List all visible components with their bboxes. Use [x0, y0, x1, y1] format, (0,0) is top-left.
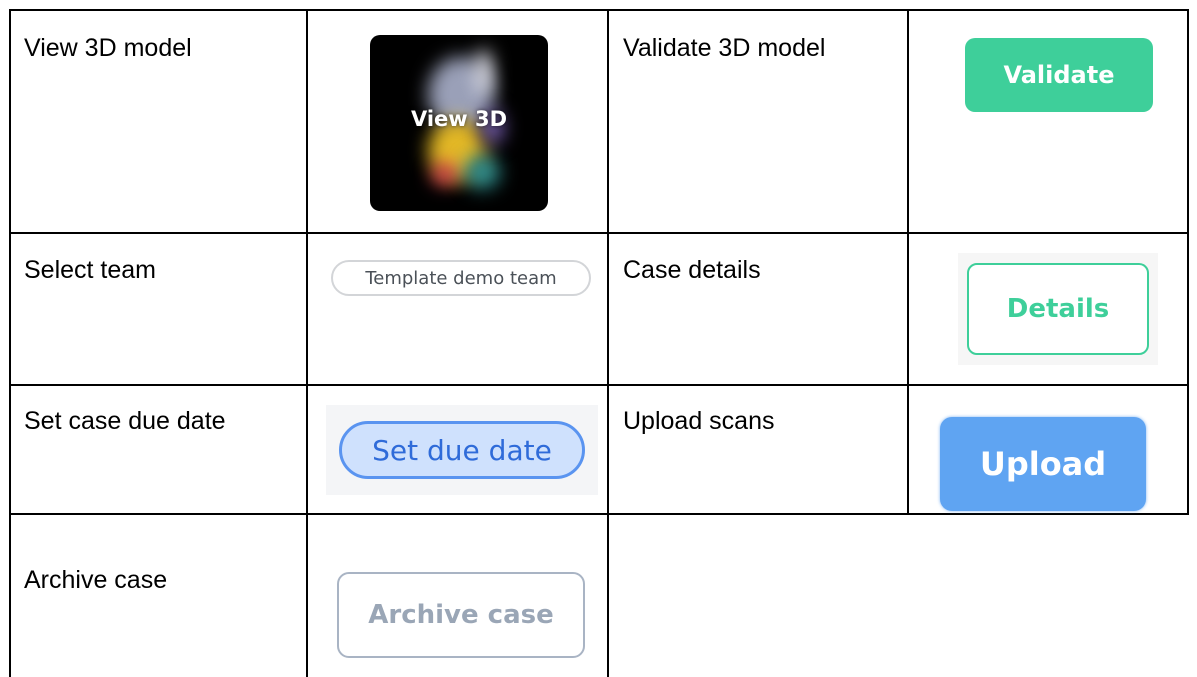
details-button[interactable]: Details [967, 263, 1149, 355]
table-divider-3 [907, 9, 909, 514]
archive-case-label: Archive case [24, 566, 168, 594]
model-preview-blob-red [432, 163, 458, 185]
table-divider-1 [306, 9, 308, 677]
model-preview-blob-white [476, 49, 492, 95]
table-row-divider-3 [9, 513, 1189, 515]
validate-3d-model-label: Validate 3D model [623, 34, 826, 62]
archive-case-button[interactable]: Archive case [337, 572, 585, 658]
upload-scans-label: Upload scans [623, 407, 775, 435]
table-border-top [9, 9, 1189, 11]
upload-button[interactable]: Upload [940, 417, 1146, 511]
team-selector-pill[interactable]: Template demo team [331, 260, 591, 296]
select-team-label: Select team [24, 256, 157, 284]
table-border-right [1187, 9, 1189, 514]
validate-button[interactable]: Validate [965, 38, 1153, 112]
view-3d-button-label: View 3D [410, 107, 508, 131]
view-3d-button[interactable]: View 3D [370, 35, 548, 211]
set-case-due-date-label: Set case due date [24, 407, 226, 435]
set-due-date-button[interactable]: Set due date [339, 421, 585, 479]
case-details-label: Case details [623, 256, 761, 284]
table-row-divider-1 [9, 232, 1189, 234]
table-border-left [9, 9, 11, 677]
table-divider-2 [607, 9, 609, 677]
model-preview-blob-teal [464, 155, 500, 189]
view-3d-model-label: View 3D model [24, 34, 192, 62]
table-row-divider-2 [9, 384, 1189, 386]
